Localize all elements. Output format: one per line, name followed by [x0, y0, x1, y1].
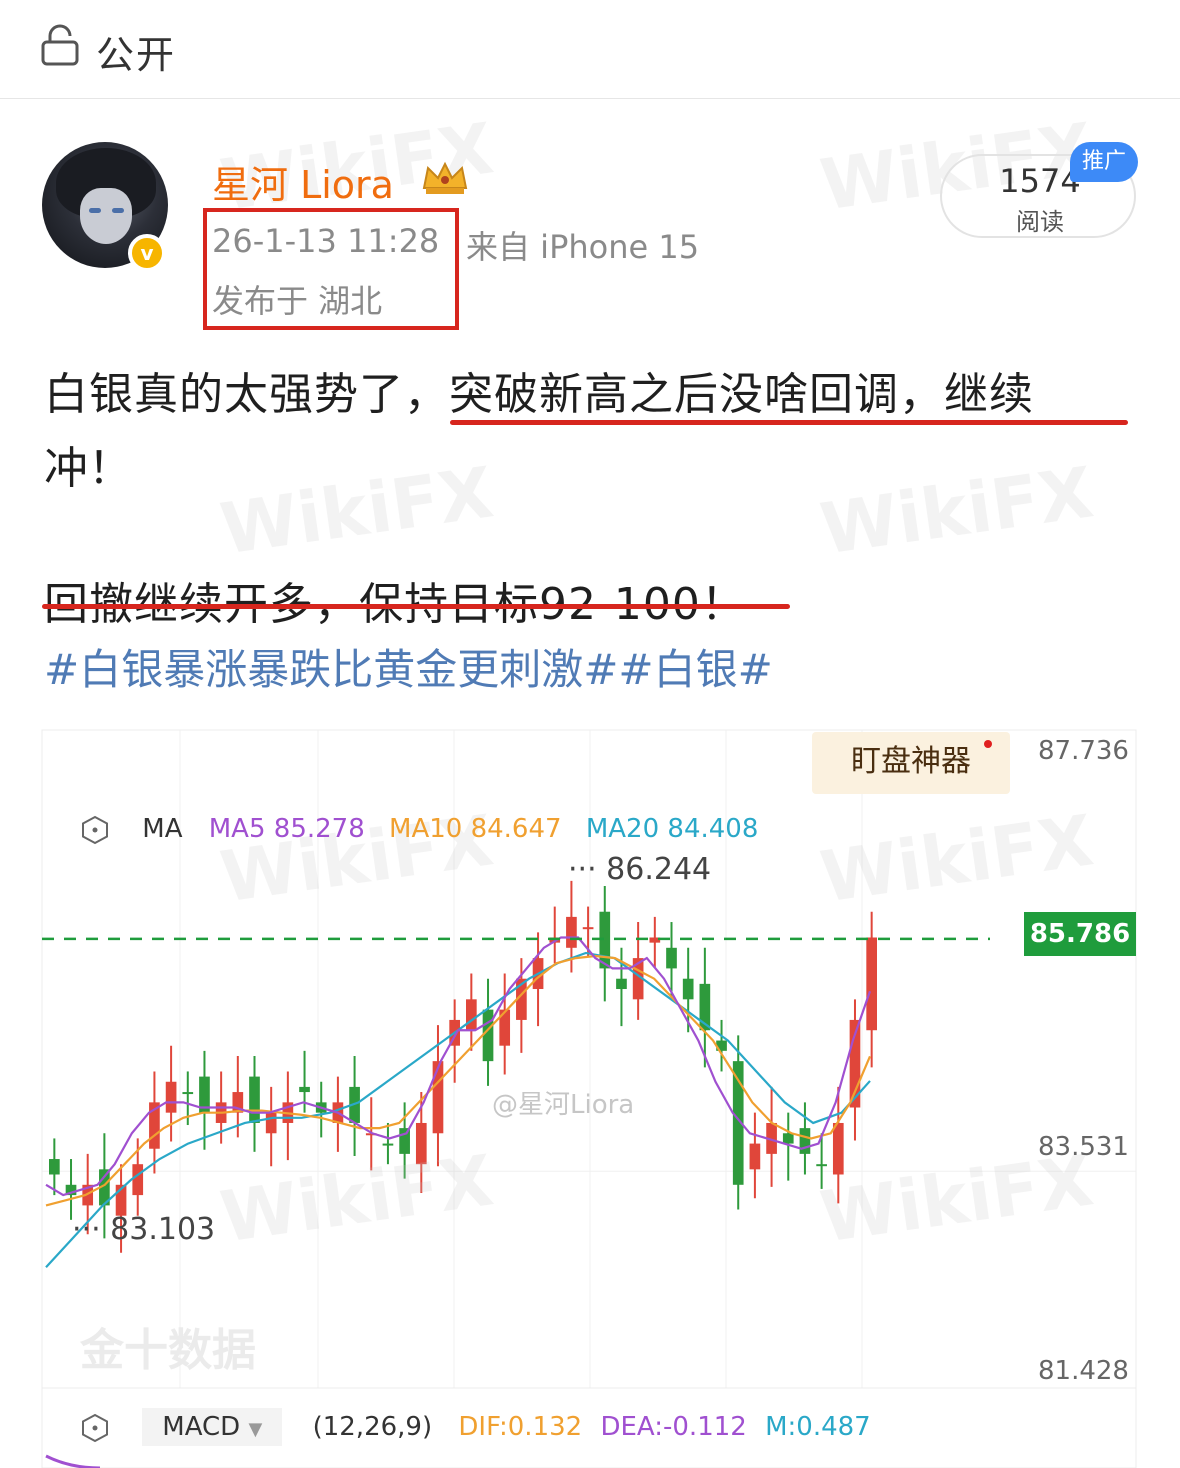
current-price-tag: 85.786	[1024, 912, 1136, 956]
lock-icon	[41, 24, 79, 66]
macd-line	[45, 1454, 101, 1468]
ma10-value: MA10 84.647	[389, 814, 562, 844]
watch-tool-badge[interactable]: 盯盘神器	[812, 732, 1010, 794]
candle-body	[749, 1143, 761, 1170]
candle-body	[816, 1164, 827, 1167]
candle-body	[832, 1122, 844, 1175]
post-source: 来自 iPhone 15	[466, 228, 700, 266]
watermark: WikiFX	[215, 451, 498, 571]
macd-params: (12,26,9)	[312, 1412, 433, 1442]
candle-body	[182, 1092, 194, 1095]
axis-label-bottom: 81.428	[1038, 1356, 1129, 1386]
post-text-line: 白银真的太强势了，突破新高之后没啥回调，继续	[44, 369, 1034, 420]
axis-label-top: 87.736	[1038, 736, 1129, 766]
macd-dea: DEA:-0.112	[600, 1412, 747, 1442]
hashtag-links[interactable]: #白银暴涨暴跌比黄金更刺激##白银#	[44, 636, 773, 697]
candle-body	[299, 1086, 310, 1093]
candle-body	[666, 947, 677, 969]
crown-icon	[422, 161, 468, 194]
hexagon-settings-icon[interactable]	[80, 1413, 110, 1443]
candle-body	[566, 916, 577, 948]
weibo-watermark: @星河Liora	[492, 1090, 635, 1120]
red-underline	[42, 604, 790, 609]
ma5-value: MA5 85.278	[208, 814, 365, 844]
candle-body	[582, 927, 594, 930]
macd-legend: MACD ▼ (12,26,9) DIF:0.132 DEA:-0.112 M:…	[80, 1408, 871, 1446]
candle-body	[249, 1076, 260, 1123]
data-source-watermark: 金十数据	[80, 1325, 256, 1376]
watermark: WikiFX	[815, 451, 1098, 571]
ma-label: MA	[142, 814, 183, 844]
axis-label-mid: 83.531	[1038, 1132, 1129, 1162]
candle-body	[382, 1143, 394, 1146]
hexagon-settings-icon[interactable]	[80, 815, 110, 845]
candle-body	[482, 1009, 494, 1062]
candle-body	[866, 937, 877, 1031]
candle-body	[682, 978, 694, 1000]
price-chart[interactable]: WikiFX WikiFX WikiFX WikiFX 盯盘神器 MA MA5 …	[0, 728, 1180, 1468]
candle-body	[265, 1112, 277, 1134]
promote-badge[interactable]: 推广	[1070, 142, 1138, 182]
post-text-line: 回撤继续开多，保持目标92-100！	[44, 579, 746, 630]
macd-dif: DIF:0.132	[458, 1412, 583, 1442]
visibility-bar[interactable]: 公开	[0, 0, 1180, 99]
candle-body	[132, 1164, 144, 1196]
candle-body	[616, 978, 627, 990]
candle-body	[799, 1128, 811, 1154]
verified-badge-icon: v	[128, 234, 166, 272]
candle-body	[782, 1133, 794, 1144]
post-location: 发布于 湖北	[212, 282, 383, 320]
notification-dot	[984, 740, 992, 748]
high-annotation: ··· 86.244	[568, 852, 712, 887]
red-underline	[450, 420, 1128, 425]
candle-body	[165, 1081, 177, 1113]
macd-m: M:0.487	[765, 1412, 871, 1442]
low-annotation: ··· 83.103	[72, 1212, 216, 1247]
ma20-value: MA20 84.408	[585, 814, 759, 844]
post-text-line: 冲！	[44, 443, 132, 494]
author-name[interactable]: 星河 Liora	[212, 154, 394, 209]
candle-body	[49, 1159, 60, 1175]
candle-body	[432, 1061, 444, 1134]
post-time: 26-1-13 11:28	[212, 222, 440, 260]
read-label: 阅读	[1016, 208, 1064, 236]
ma-legend: MA MA5 85.278 MA10 84.647 MA20 84.408	[80, 814, 758, 845]
candle-body	[466, 999, 477, 1031]
visibility-label: 公开	[96, 33, 177, 77]
indicator-select[interactable]: MACD ▼	[142, 1408, 283, 1446]
